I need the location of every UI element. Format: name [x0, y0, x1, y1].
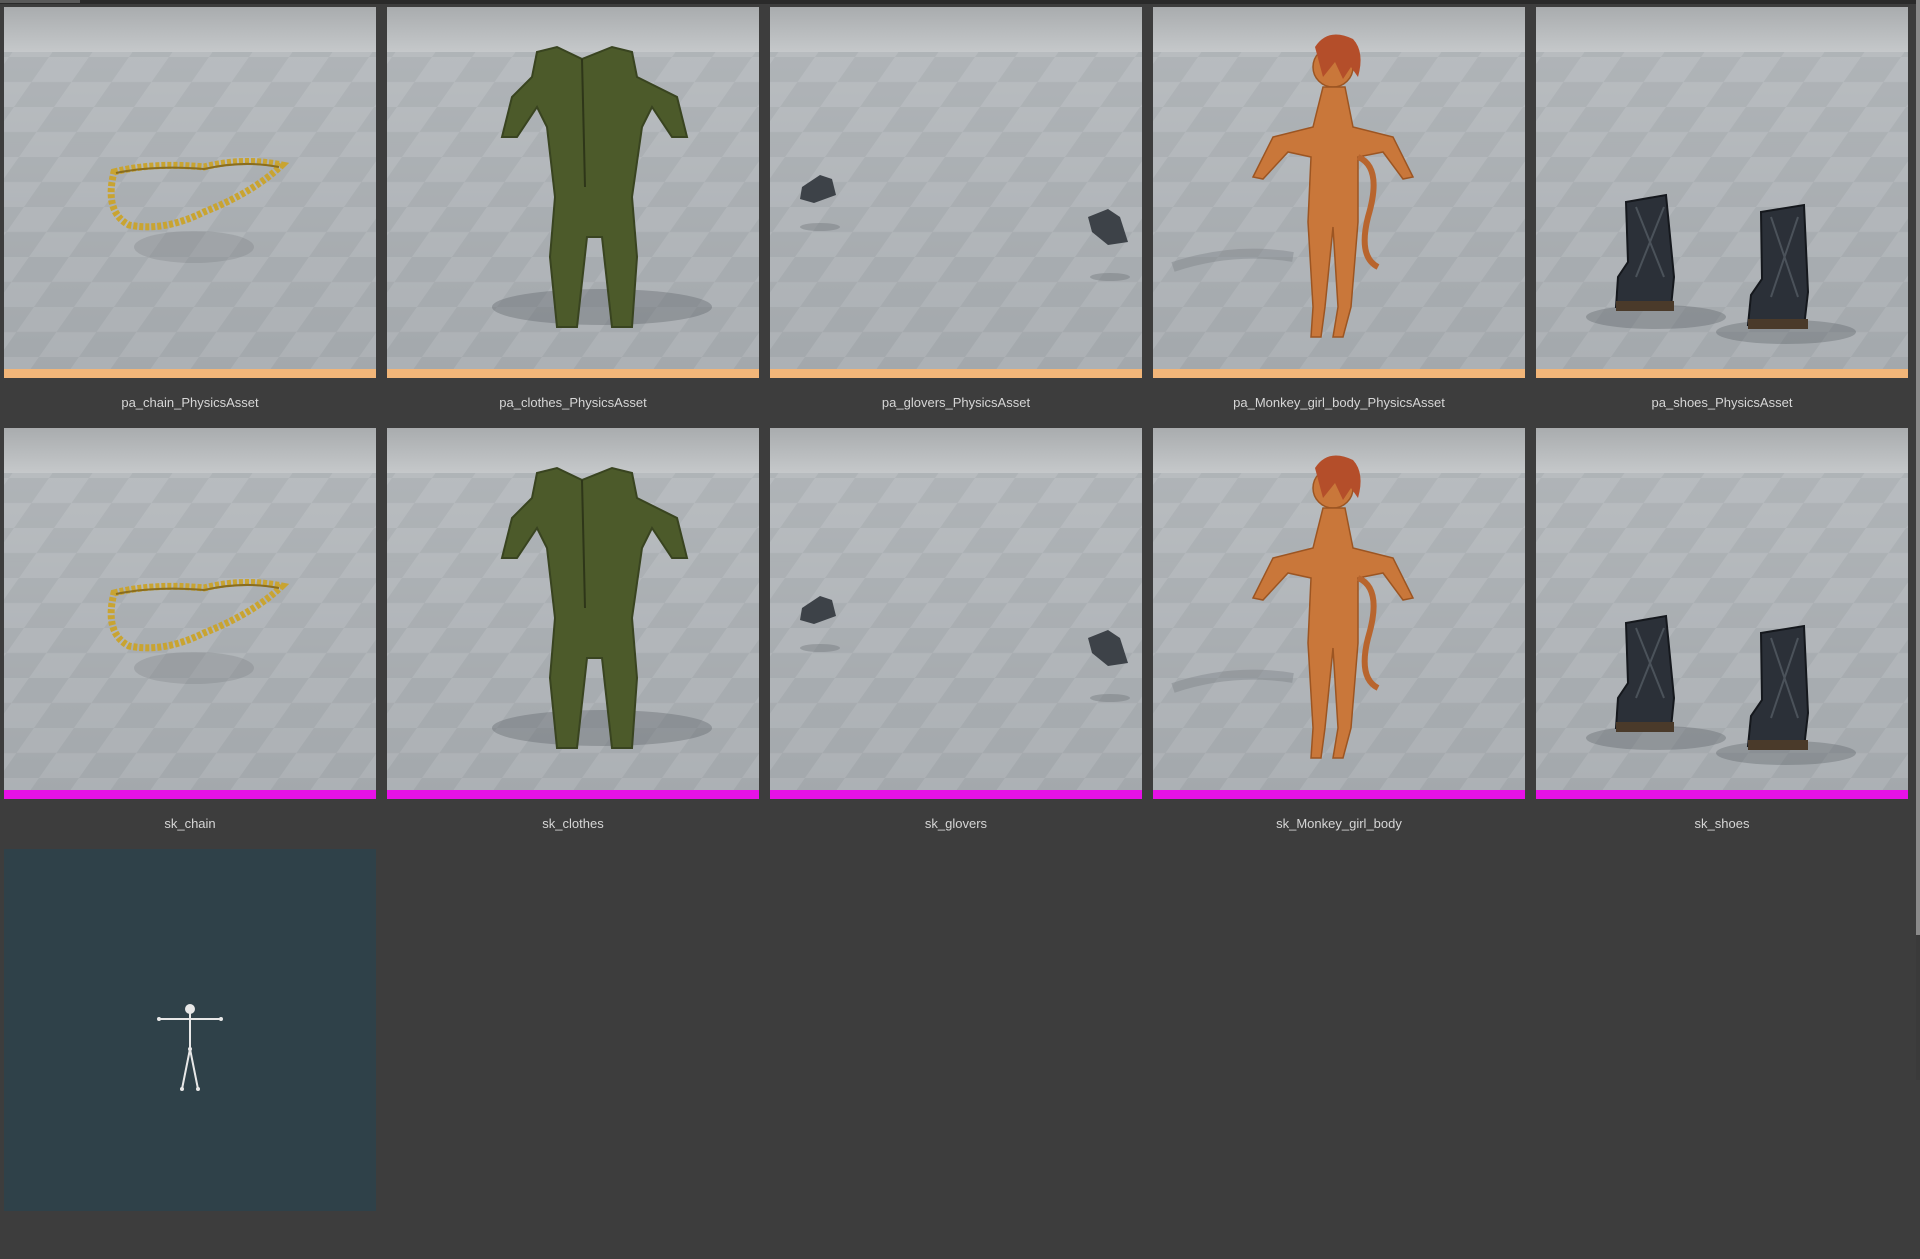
asset-label: pa_Monkey_girl_body_PhysicsAsset — [1233, 395, 1445, 410]
asset-tile-sk-monkey-girl-body[interactable]: sk_Monkey_girl_body — [1153, 428, 1525, 838]
physics-asset-color-bar — [387, 369, 759, 378]
skeletal-mesh-color-bar — [387, 790, 759, 799]
chain-preview — [4, 428, 376, 790]
gloves-preview — [770, 428, 1142, 790]
physics-asset-color-bar — [4, 369, 376, 378]
gloves-preview — [770, 7, 1142, 369]
asset-thumbnail — [4, 428, 376, 790]
asset-label: sk_clothes — [542, 816, 604, 831]
asset-thumbnail — [770, 428, 1142, 790]
top-border-stub — [0, 0, 80, 3]
jumpsuit-preview — [387, 7, 759, 369]
asset-tile-skeleton[interactable] — [4, 849, 376, 1259]
asset-label: pa_chain_PhysicsAsset — [121, 395, 259, 410]
asset-thumbnail — [1536, 7, 1908, 369]
asset-thumbnail — [387, 7, 759, 369]
asset-thumbnail — [4, 7, 376, 369]
top-border — [0, 0, 1920, 4]
chain-preview — [4, 7, 376, 369]
asset-tile-sk-clothes[interactable]: sk_clothes — [387, 428, 759, 838]
asset-tile-pa-clothes[interactable]: pa_clothes_PhysicsAsset — [387, 7, 759, 417]
asset-label: sk_glovers — [924, 816, 988, 831]
asset-tile-pa-monkey-girl-body[interactable]: pa_Monkey_girl_body_PhysicsAsset — [1153, 7, 1525, 417]
asset-label: pa_clothes_PhysicsAsset — [499, 395, 647, 410]
asset-thumbnail — [770, 7, 1142, 369]
body-preview — [1153, 7, 1525, 369]
asset-label: sk_shoes — [1694, 816, 1750, 831]
asset-thumbnail — [1153, 7, 1525, 369]
asset-label: sk_Monkey_girl_body — [1276, 816, 1402, 831]
asset-tile-sk-chain[interactable]: sk_chain — [4, 428, 376, 838]
asset-thumbnail — [4, 849, 376, 1211]
boots-preview — [1536, 7, 1908, 369]
jumpsuit-preview — [387, 428, 759, 790]
asset-thumbnail — [1536, 428, 1908, 790]
scrollbar-thumb[interactable] — [1916, 0, 1920, 935]
body-preview — [1153, 428, 1525, 790]
skeletal-mesh-color-bar — [1153, 790, 1525, 799]
physics-asset-color-bar — [770, 369, 1142, 378]
asset-tile-pa-glovers[interactable]: pa_glovers_PhysicsAsset — [770, 7, 1142, 417]
skeletal-mesh-color-bar — [770, 790, 1142, 799]
boots-preview — [1536, 428, 1908, 790]
asset-label: sk_chain — [164, 816, 216, 831]
asset-tile-pa-shoes[interactable]: pa_shoes_PhysicsAsset — [1536, 7, 1908, 417]
asset-thumbnail — [1153, 428, 1525, 790]
asset-label: pa_shoes_PhysicsAsset — [1651, 395, 1793, 410]
skeletal-mesh-color-bar — [1536, 790, 1908, 799]
physics-asset-color-bar — [1536, 369, 1908, 378]
skeletal-mesh-color-bar — [4, 790, 376, 799]
asset-label: pa_glovers_PhysicsAsset — [881, 395, 1031, 410]
skeleton-preview — [4, 849, 376, 1211]
asset-tile-sk-glovers[interactable]: sk_glovers — [770, 428, 1142, 838]
asset-tile-sk-shoes[interactable]: sk_shoes — [1536, 428, 1908, 838]
asset-thumbnail — [387, 428, 759, 790]
asset-tile-pa-chain[interactable]: pa_chain_PhysicsAsset — [4, 7, 376, 417]
physics-asset-color-bar — [1153, 369, 1525, 378]
